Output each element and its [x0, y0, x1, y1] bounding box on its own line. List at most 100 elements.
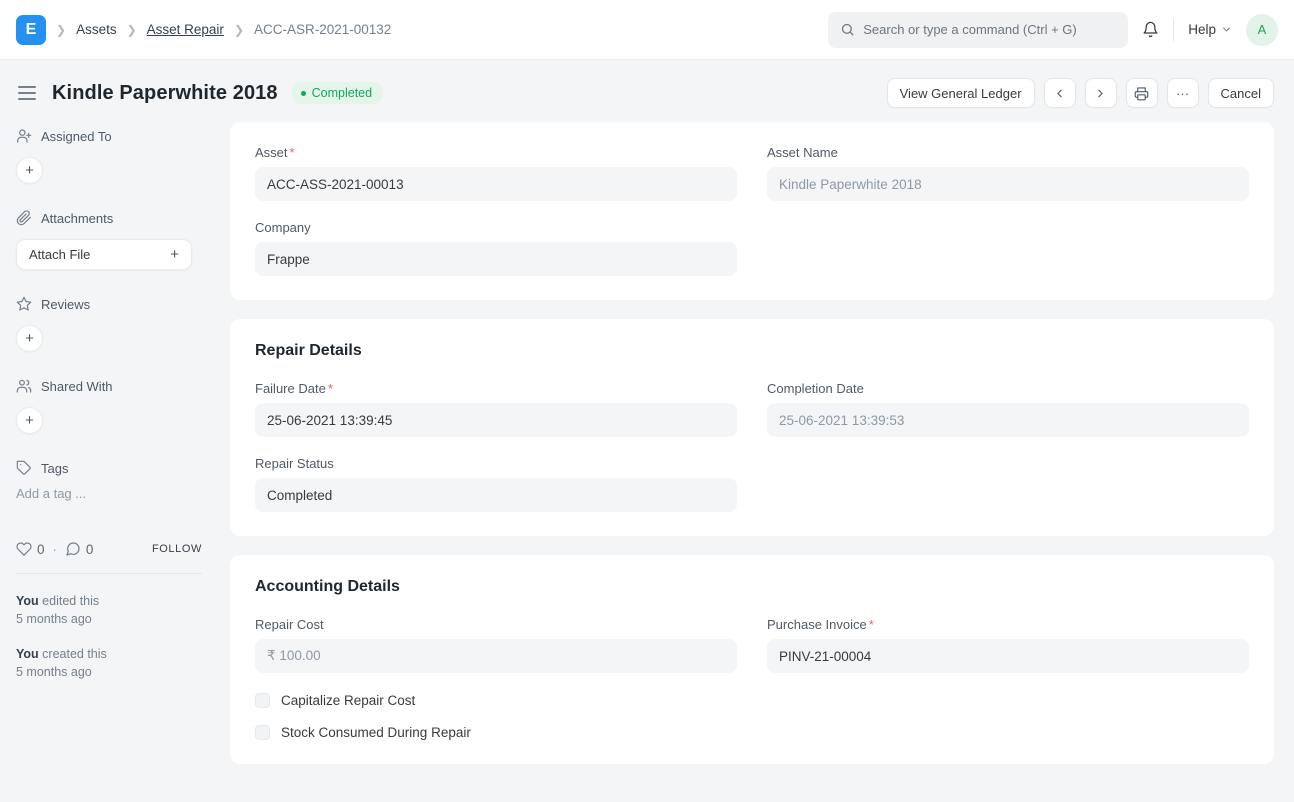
add-share-button[interactable]: +	[16, 407, 43, 434]
notifications-button[interactable]	[1142, 21, 1159, 38]
add-assignment-button[interactable]: +	[16, 157, 43, 184]
completion-date-input: 25-06-2021 13:39:53	[767, 403, 1249, 437]
global-search[interactable]	[828, 12, 1128, 48]
completion-date-label: Completion Date	[767, 381, 1249, 396]
tag-icon	[16, 460, 32, 476]
like-button[interactable]: 0	[16, 541, 45, 557]
activity-entry: You edited this 5 months ago	[16, 592, 230, 628]
capitalize-repair-cost-checkbox-row[interactable]: Capitalize Repair Cost	[255, 693, 1249, 708]
required-marker: *	[869, 617, 874, 632]
completion-date-field: Completion Date 25-06-2021 13:39:53	[767, 381, 1249, 437]
chevron-right-icon: ❯	[56, 23, 66, 37]
company-input[interactable]: Frappe	[255, 242, 737, 276]
stock-consumed-label: Stock Consumed During Repair	[281, 725, 471, 740]
view-general-ledger-button[interactable]: View General Ledger	[887, 78, 1035, 108]
breadcrumb-current-doc: ACC-ASR-2021-00132	[254, 22, 391, 37]
star-icon	[16, 296, 32, 312]
status-dot-icon	[301, 91, 306, 96]
page-header: Kindle Paperwhite 2018 Completed View Ge…	[0, 60, 1294, 122]
help-menu[interactable]: Help	[1188, 22, 1232, 37]
top-navbar: E ❯ Assets ❯ Asset Repair ❯ ACC-ASR-2021…	[0, 0, 1294, 60]
user-plus-icon	[16, 128, 32, 144]
repair-status-label: Repair Status	[255, 456, 737, 471]
stock-consumed-checkbox[interactable]	[255, 725, 270, 740]
divider	[16, 573, 202, 574]
breadcrumb-assets[interactable]: Assets	[76, 22, 117, 37]
previous-document-button[interactable]	[1044, 78, 1076, 108]
sidebar-toggle-button[interactable]	[16, 82, 38, 105]
repair-status-field: Repair Status Completed	[255, 456, 737, 512]
company-label: Company	[255, 220, 737, 235]
app-logo[interactable]: E	[16, 15, 46, 45]
menu-ellipsis-button[interactable]: ···	[1167, 78, 1199, 108]
repair-details-card: Repair Details Failure Date* 25-06-2021 …	[230, 319, 1274, 536]
page-title: Kindle Paperwhite 2018	[52, 82, 278, 105]
failure-date-field: Failure Date* 25-06-2021 13:39:45	[255, 381, 737, 437]
asset-label: Asset	[255, 145, 288, 160]
social-row: 0 · 0 FOLLOW	[16, 541, 202, 557]
attach-file-label: Attach File	[29, 247, 90, 262]
asset-section-card: Asset* ACC-ASS-2021-00013 Asset Name Kin…	[230, 122, 1274, 300]
breadcrumb: E ❯ Assets ❯ Asset Repair ❯ ACC-ASR-2021…	[16, 15, 391, 45]
likes-count: 0	[37, 542, 45, 557]
comments-count: 0	[86, 542, 94, 557]
plus-icon: +	[170, 246, 179, 263]
repair-status-select[interactable]: Completed	[255, 478, 737, 512]
activity-actor: You	[16, 647, 39, 661]
purchase-invoice-input[interactable]: PINV-21-00004	[767, 639, 1249, 673]
follow-button[interactable]: FOLLOW	[152, 543, 202, 555]
form-body: Asset* ACC-ASS-2021-00013 Asset Name Kin…	[230, 122, 1274, 795]
attach-file-button[interactable]: Attach File +	[16, 239, 192, 270]
failure-date-input[interactable]: 25-06-2021 13:39:45	[255, 403, 737, 437]
chevron-right-icon: ❯	[127, 23, 137, 37]
printer-icon	[1134, 86, 1149, 101]
breadcrumb-asset-repair[interactable]: Asset Repair	[147, 22, 224, 37]
next-document-button[interactable]	[1085, 78, 1117, 108]
tags-label: Tags	[41, 461, 68, 476]
chevron-right-icon: ❯	[234, 23, 244, 37]
add-tag-input[interactable]: Add a tag ...	[16, 486, 230, 501]
divider	[1173, 19, 1174, 41]
asset-input[interactable]: ACC-ASS-2021-00013	[255, 167, 737, 201]
activity-entry: You created this 5 months ago	[16, 645, 230, 681]
chevron-down-icon	[1221, 24, 1232, 35]
search-input[interactable]	[863, 22, 1116, 37]
shared-with-label: Shared With	[41, 379, 113, 394]
capitalize-repair-cost-checkbox[interactable]	[255, 693, 270, 708]
repair-cost-label: Repair Cost	[255, 617, 737, 632]
purchase-invoice-field: Purchase Invoice* PINV-21-00004	[767, 617, 1249, 673]
attachments-label: Attachments	[41, 211, 113, 226]
activity-action: created this	[42, 647, 107, 661]
asset-name-input: Kindle Paperwhite 2018	[767, 167, 1249, 201]
capitalize-repair-cost-label: Capitalize Repair Cost	[281, 693, 415, 708]
failure-date-label: Failure Date	[255, 381, 326, 396]
cancel-button[interactable]: Cancel	[1208, 78, 1274, 108]
dot-separator: ·	[53, 542, 57, 557]
paperclip-icon	[16, 210, 32, 226]
users-icon	[16, 378, 32, 394]
heart-icon	[16, 541, 32, 557]
avatar[interactable]: A	[1246, 14, 1278, 46]
accounting-details-title: Accounting Details	[255, 578, 1249, 596]
activity-time: 5 months ago	[16, 665, 92, 679]
accounting-details-card: Accounting Details Repair Cost ₹ 100.00 …	[230, 555, 1274, 764]
repair-details-title: Repair Details	[255, 342, 1249, 360]
comments-button[interactable]: 0	[65, 541, 94, 557]
asset-name-label: Asset Name	[767, 145, 1249, 160]
asset-field: Asset* ACC-ASS-2021-00013	[255, 145, 737, 201]
add-review-button[interactable]: +	[16, 325, 43, 352]
comment-icon	[65, 541, 81, 557]
print-button[interactable]	[1126, 78, 1158, 108]
stock-consumed-checkbox-row[interactable]: Stock Consumed During Repair	[255, 725, 1249, 740]
required-marker: *	[290, 145, 295, 160]
activity-actor: You	[16, 594, 39, 608]
bell-icon	[1142, 21, 1159, 38]
reviews-label: Reviews	[41, 297, 90, 312]
status-badge: Completed	[292, 82, 383, 104]
repair-cost-input: ₹ 100.00	[255, 639, 737, 673]
company-field: Company Frappe	[255, 220, 737, 276]
repair-cost-field: Repair Cost ₹ 100.00	[255, 617, 737, 673]
required-marker: *	[328, 381, 333, 396]
help-label: Help	[1188, 22, 1216, 37]
activity-time: 5 months ago	[16, 612, 92, 626]
